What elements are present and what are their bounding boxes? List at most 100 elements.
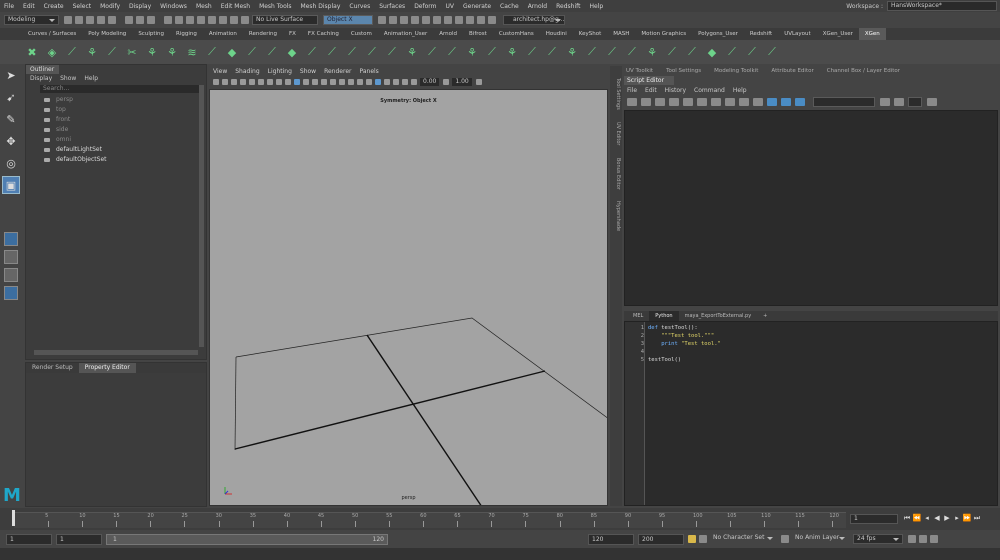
play-forward-icon[interactable]: ▶: [942, 513, 952, 523]
xgen-cut-icon[interactable]: ✂: [124, 44, 140, 60]
xray-icon[interactable]: [384, 79, 390, 85]
script-menu-command[interactable]: Command: [694, 87, 725, 94]
step-forward-frame-icon[interactable]: ▸: [952, 513, 962, 523]
xgen-library-icon[interactable]: ⚘: [644, 44, 660, 60]
goto-line-icon[interactable]: [894, 98, 904, 106]
right-tab-modeling-toolkit[interactable]: Modeling Toolkit: [714, 68, 758, 74]
xray-joints-icon[interactable]: [393, 79, 399, 85]
outliner-search-input[interactable]: Search...: [40, 85, 202, 93]
clear-history-icon[interactable]: [683, 98, 693, 106]
current-frame-field[interactable]: 1: [850, 514, 898, 524]
step-back-key-icon[interactable]: ⏪: [912, 513, 922, 523]
step-forward-key-icon[interactable]: ⏩: [962, 513, 972, 523]
xgen-smooth-icon[interactable]: ⚘: [164, 44, 180, 60]
outliner-item[interactable]: side: [26, 125, 206, 135]
outliner-item[interactable]: front: [26, 115, 206, 125]
playback-start-field[interactable]: 1: [56, 533, 102, 545]
redo-icon[interactable]: [108, 16, 116, 24]
viewport-menu-panels[interactable]: Panels: [359, 68, 378, 75]
xgen-move-icon[interactable]: ⟋: [484, 44, 500, 60]
script-input-editor[interactable]: 1 2 3 4 5 def testTool(): """Test tool.""" p…: [624, 321, 998, 506]
open-scene-icon[interactable]: [75, 16, 83, 24]
menu-mesh[interactable]: Mesh: [196, 3, 212, 10]
xgen-settings-icon[interactable]: ⟋: [664, 44, 680, 60]
right-tab-channel-box-layer-editor[interactable]: Channel Box / Layer Editor: [827, 68, 900, 74]
ipr-render-icon[interactable]: [389, 16, 397, 24]
tab-mel[interactable]: MEL: [627, 311, 649, 321]
gamma-icon[interactable]: [443, 79, 450, 85]
shelf-tab-xgen[interactable]: XGen: [858, 28, 886, 40]
xgen-interactive-icon[interactable]: ◆: [704, 44, 720, 60]
anim-prefs-icon[interactable]: [930, 535, 938, 543]
save-scene-icon[interactable]: [86, 16, 94, 24]
bookmark-icon[interactable]: [231, 79, 237, 85]
workspace-dropdown[interactable]: HansWorkspace*: [887, 1, 997, 11]
shelf-tab-houdini[interactable]: Houdini: [540, 28, 573, 40]
anim-layer-icon[interactable]: [781, 535, 789, 543]
menu-uv[interactable]: UV: [446, 3, 455, 10]
step-back-frame-icon[interactable]: ◂: [922, 513, 932, 523]
toggle-attr-icon[interactable]: [488, 16, 496, 24]
save-to-shelf-icon[interactable]: [669, 98, 679, 106]
wireframe-on-shaded-icon[interactable]: [312, 79, 318, 85]
menu-edit[interactable]: Edit: [23, 3, 35, 10]
line-number-input[interactable]: [908, 97, 922, 107]
execute-all-icon[interactable]: [781, 98, 791, 106]
menu-curves[interactable]: Curves: [349, 3, 370, 10]
gamma-field[interactable]: 1.00: [452, 78, 472, 86]
viewport-menu-shading[interactable]: Shading: [235, 68, 259, 75]
xgen-clump-icon[interactable]: ⚘: [144, 44, 160, 60]
xgen-length-icon[interactable]: ⟋: [204, 44, 220, 60]
xgen-import-icon[interactable]: ⟋: [624, 44, 640, 60]
menu-edit-mesh[interactable]: Edit Mesh: [221, 3, 250, 10]
character-set-dropdown[interactable]: No Character Set: [710, 534, 776, 544]
menu-select[interactable]: Select: [73, 3, 92, 10]
camera-attr-icon[interactable]: [222, 79, 228, 85]
dof-icon[interactable]: [366, 79, 372, 85]
script-editor-splitter[interactable]: [624, 306, 998, 310]
show-history-icon[interactable]: [725, 98, 735, 106]
save-script-icon[interactable]: [655, 98, 665, 106]
symmetry-field[interactable]: Object X: [323, 15, 373, 25]
loop-icon[interactable]: [908, 535, 916, 543]
select-component-icon[interactable]: [147, 16, 155, 24]
viewport-menu-lighting[interactable]: Lighting: [268, 68, 292, 75]
shelf-tab-animation-user[interactable]: Animation_User: [378, 28, 433, 40]
shelf-tab-keyshot[interactable]: KeyShot: [573, 28, 607, 40]
current-time-marker[interactable]: [12, 510, 15, 526]
script-menu-edit[interactable]: Edit: [645, 87, 657, 94]
xgen-width-icon[interactable]: ⟋: [384, 44, 400, 60]
menu-redshift[interactable]: Redshift: [556, 3, 580, 10]
shelf-tab-customhans[interactable]: CustomHans: [493, 28, 540, 40]
move-tool-icon[interactable]: ✥: [2, 132, 20, 150]
goto-end-icon[interactable]: ⏭: [972, 513, 982, 523]
fps-dropdown[interactable]: 24 fps: [853, 534, 903, 544]
shelf-tab-xgen-user[interactable]: XGen_User: [817, 28, 859, 40]
toggle-toolsettings-icon[interactable]: [477, 16, 485, 24]
viewport-menu-view[interactable]: View: [213, 68, 227, 75]
new-scene-icon[interactable]: [64, 16, 72, 24]
paint-select-icon[interactable]: ✎: [2, 110, 20, 128]
clear-all-icon[interactable]: [711, 98, 721, 106]
xgen-help-icon[interactable]: ⟋: [684, 44, 700, 60]
shelf-tab-motion-graphics[interactable]: Motion Graphics: [635, 28, 692, 40]
xgen-mask-icon[interactable]: ⟋: [424, 44, 440, 60]
script-history-pane[interactable]: [624, 110, 998, 306]
shelf-tab-mash[interactable]: MASH: [607, 28, 635, 40]
source-script-icon[interactable]: [641, 98, 651, 106]
undo-icon[interactable]: [97, 16, 105, 24]
xgen-export-icon[interactable]: ⟋: [604, 44, 620, 60]
outliner-layout-icon[interactable]: [4, 286, 18, 300]
play-back-icon[interactable]: ◀: [932, 513, 942, 523]
viewport-menu-renderer[interactable]: Renderer: [324, 68, 351, 75]
menu-generate[interactable]: Generate: [463, 3, 491, 10]
xgen-twist-icon[interactable]: ⟋: [344, 44, 360, 60]
range-slider[interactable]: 1 120: [106, 533, 388, 545]
film-gate-icon[interactable]: [258, 79, 264, 85]
xgen-modifier-icon[interactable]: ⟋: [744, 44, 760, 60]
arnold-render-icon[interactable]: [433, 16, 441, 24]
xgen-description-icon[interactable]: ⟋: [764, 44, 780, 60]
xgen-freeze-icon[interactable]: ◆: [284, 44, 300, 60]
select-hierarchy-icon[interactable]: [125, 16, 133, 24]
history-icon[interactable]: [241, 16, 249, 24]
